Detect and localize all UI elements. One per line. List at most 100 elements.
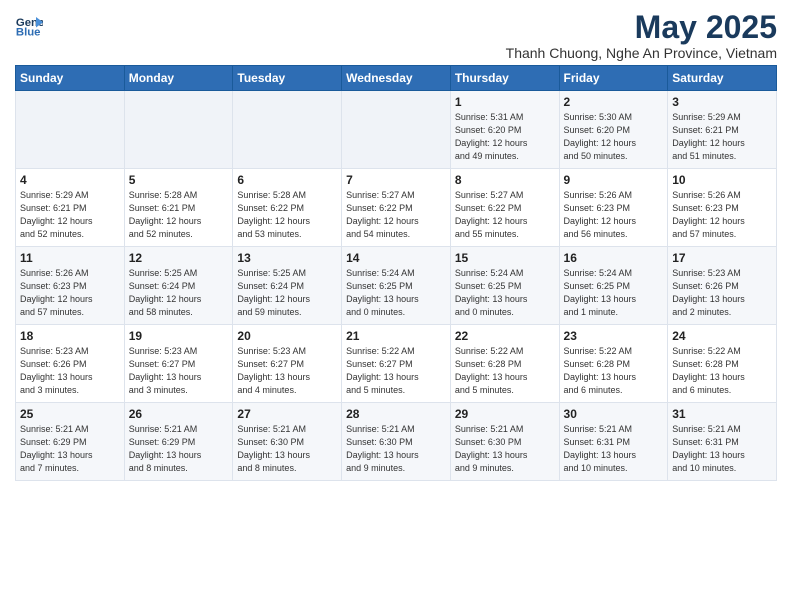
week-row-2: 4 Sunrise: 5:29 AM Sunset: 6:21 PM Daylig… [16,169,777,247]
day-number: 29 [455,407,555,421]
day-number: 6 [237,173,337,187]
day-info: Sunrise: 5:21 AM Sunset: 6:30 PM Dayligh… [237,423,337,475]
day-info: Sunrise: 5:25 AM Sunset: 6:24 PM Dayligh… [237,267,337,319]
header: General Blue General Blue May 2025 Thanh… [15,10,777,61]
day-info: Sunrise: 5:24 AM Sunset: 6:25 PM Dayligh… [455,267,555,319]
week-row-1: 1 Sunrise: 5:31 AM Sunset: 6:20 PM Daylig… [16,91,777,169]
day-info: Sunrise: 5:27 AM Sunset: 6:22 PM Dayligh… [455,189,555,241]
cell-w4-d3: 21 Sunrise: 5:22 AM Sunset: 6:27 PM Dayli… [342,325,451,403]
day-info: Sunrise: 5:23 AM Sunset: 6:26 PM Dayligh… [20,345,120,397]
day-number: 20 [237,329,337,343]
cell-w5-d0: 25 Sunrise: 5:21 AM Sunset: 6:29 PM Dayli… [16,403,125,481]
day-info: Sunrise: 5:23 AM Sunset: 6:27 PM Dayligh… [237,345,337,397]
col-saturday: Saturday [668,66,777,91]
day-number: 1 [455,95,555,109]
day-number: 26 [129,407,229,421]
cell-w1-d5: 2 Sunrise: 5:30 AM Sunset: 6:20 PM Daylig… [559,91,668,169]
day-number: 22 [455,329,555,343]
cell-w5-d3: 28 Sunrise: 5:21 AM Sunset: 6:30 PM Dayli… [342,403,451,481]
day-info: Sunrise: 5:28 AM Sunset: 6:21 PM Dayligh… [129,189,229,241]
week-row-5: 25 Sunrise: 5:21 AM Sunset: 6:29 PM Dayli… [16,403,777,481]
cell-w4-d6: 24Sunrise: 5:22 AM Sunset: 6:28 PM Dayli… [668,325,777,403]
day-number: 31 [672,407,772,421]
cell-w3-d0: 11Sunrise: 5:26 AM Sunset: 6:23 PM Dayli… [16,247,125,325]
day-info: Sunrise: 5:21 AM Sunset: 6:29 PM Dayligh… [20,423,120,475]
day-info: Sunrise: 5:24 AM Sunset: 6:25 PM Dayligh… [564,267,664,319]
week-row-4: 18 Sunrise: 5:23 AM Sunset: 6:26 PM Dayli… [16,325,777,403]
cell-w2-d6: 10 Sunrise: 5:26 AM Sunset: 6:23 PM Dayli… [668,169,777,247]
cell-w3-d3: 14 Sunrise: 5:24 AM Sunset: 6:25 PM Dayli… [342,247,451,325]
cell-w1-d6: 3 Sunrise: 5:29 AM Sunset: 6:21 PM Daylig… [668,91,777,169]
day-number: 21 [346,329,446,343]
day-number: 5 [129,173,229,187]
day-number: 16 [564,251,664,265]
day-number: 18 [20,329,120,343]
day-number: 14 [346,251,446,265]
day-info: Sunrise: 5:21 AM Sunset: 6:30 PM Dayligh… [455,423,555,475]
cell-w2-d2: 6 Sunrise: 5:28 AM Sunset: 6:22 PM Daylig… [233,169,342,247]
cell-w5-d4: 29 Sunrise: 5:21 AM Sunset: 6:30 PM Dayli… [450,403,559,481]
calendar-title: May 2025 [506,10,777,45]
cell-w1-d3 [342,91,451,169]
day-info: Sunrise: 5:31 AM Sunset: 6:20 PM Dayligh… [455,111,555,163]
day-number: 28 [346,407,446,421]
cell-w1-d1 [124,91,233,169]
col-tuesday: Tuesday [233,66,342,91]
day-info: Sunrise: 5:22 AM Sunset: 6:27 PM Dayligh… [346,345,446,397]
day-info: Sunrise: 5:26 AM Sunset: 6:23 PM Dayligh… [564,189,664,241]
day-info: Sunrise: 5:26 AM Sunset: 6:23 PM Dayligh… [672,189,772,241]
day-info: Sunrise: 5:21 AM Sunset: 6:31 PM Dayligh… [672,423,772,475]
svg-text:Blue: Blue [16,26,41,38]
day-info: Sunrise: 5:24 AM Sunset: 6:25 PM Dayligh… [346,267,446,319]
title-area: May 2025 Thanh Chuong, Nghe An Province,… [506,10,777,61]
cell-w1-d4: 1 Sunrise: 5:31 AM Sunset: 6:20 PM Daylig… [450,91,559,169]
logo: General Blue General Blue [15,10,43,38]
calendar-header-row: Sunday Monday Tuesday Wednesday Thursday… [16,66,777,91]
cell-w4-d4: 22Sunrise: 5:22 AM Sunset: 6:28 PM Dayli… [450,325,559,403]
cell-w4-d2: 20 Sunrise: 5:23 AM Sunset: 6:27 PM Dayli… [233,325,342,403]
day-number: 15 [455,251,555,265]
col-monday: Monday [124,66,233,91]
day-number: 24 [672,329,772,343]
day-info: Sunrise: 5:21 AM Sunset: 6:31 PM Dayligh… [564,423,664,475]
cell-w2-d3: 7 Sunrise: 5:27 AM Sunset: 6:22 PM Daylig… [342,169,451,247]
day-number: 19 [129,329,229,343]
page-container: General Blue General Blue May 2025 Thanh… [0,0,792,491]
cell-w4-d5: 23 Sunrise: 5:22 AM Sunset: 6:28 PM Dayli… [559,325,668,403]
cell-w2-d0: 4 Sunrise: 5:29 AM Sunset: 6:21 PM Daylig… [16,169,125,247]
cell-w3-d5: 16 Sunrise: 5:24 AM Sunset: 6:25 PM Dayli… [559,247,668,325]
day-number: 4 [20,173,120,187]
day-number: 25 [20,407,120,421]
day-info: Sunrise: 5:22 AM Sunset: 6:28 PM Dayligh… [564,345,664,397]
col-wednesday: Wednesday [342,66,451,91]
col-thursday: Thursday [450,66,559,91]
day-info: Sunrise: 5:21 AM Sunset: 6:30 PM Dayligh… [346,423,446,475]
day-number: 12 [129,251,229,265]
col-friday: Friday [559,66,668,91]
day-info: Sunrise: 5:29 AM Sunset: 6:21 PM Dayligh… [672,111,772,163]
cell-w4-d1: 19 Sunrise: 5:23 AM Sunset: 6:27 PM Dayli… [124,325,233,403]
day-info: Sunrise: 5:30 AM Sunset: 6:20 PM Dayligh… [564,111,664,163]
cell-w2-d1: 5 Sunrise: 5:28 AM Sunset: 6:21 PM Daylig… [124,169,233,247]
day-number: 27 [237,407,337,421]
day-number: 7 [346,173,446,187]
col-sunday: Sunday [16,66,125,91]
day-info: Sunrise: 5:23 AM Sunset: 6:27 PM Dayligh… [129,345,229,397]
day-number: 17 [672,251,772,265]
day-info: Sunrise: 5:25 AM Sunset: 6:24 PM Dayligh… [129,267,229,319]
cell-w1-d2 [233,91,342,169]
day-info: Sunrise: 5:26 AM Sunset: 6:23 PM Dayligh… [20,267,120,319]
day-number: 30 [564,407,664,421]
day-number: 23 [564,329,664,343]
day-number: 9 [564,173,664,187]
day-number: 2 [564,95,664,109]
day-number: 3 [672,95,772,109]
cell-w4-d0: 18 Sunrise: 5:23 AM Sunset: 6:26 PM Dayli… [16,325,125,403]
cell-w2-d4: 8Sunrise: 5:27 AM Sunset: 6:22 PM Daylig… [450,169,559,247]
day-info: Sunrise: 5:29 AM Sunset: 6:21 PM Dayligh… [20,189,120,241]
logo-icon: General Blue [15,10,43,38]
day-info: Sunrise: 5:27 AM Sunset: 6:22 PM Dayligh… [346,189,446,241]
day-info: Sunrise: 5:28 AM Sunset: 6:22 PM Dayligh… [237,189,337,241]
day-number: 13 [237,251,337,265]
day-number: 10 [672,173,772,187]
